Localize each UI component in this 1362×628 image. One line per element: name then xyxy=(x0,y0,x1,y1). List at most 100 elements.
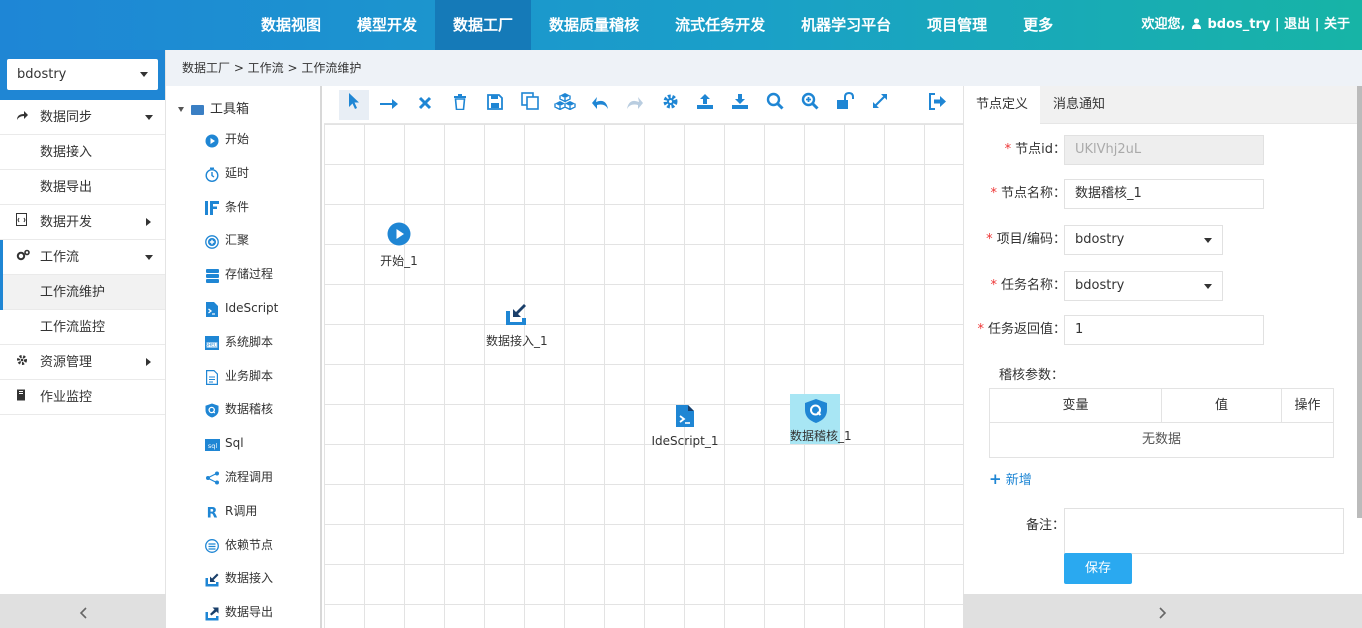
sidebar-item-label: 数据导出 xyxy=(40,180,93,195)
node-id-input: UKlVhj2uL xyxy=(1064,135,1264,165)
zoom-in-icon[interactable] xyxy=(795,90,825,120)
fullscreen-icon[interactable] xyxy=(865,90,895,120)
toolbox-title: 工具箱 xyxy=(210,102,250,117)
project-dropdown[interactable]: bdostry xyxy=(1064,225,1223,255)
collapse-right-button[interactable] xyxy=(963,594,1362,628)
toolbox-item-import[interactable]: 数据接入 xyxy=(166,562,320,596)
toolbox-item-if[interactable]: 条件 xyxy=(166,191,320,225)
tab-node-definition[interactable]: 节点定义 xyxy=(964,86,1041,125)
sidebar-item-label: 工作流 xyxy=(40,250,80,265)
copy-icon[interactable] xyxy=(515,90,545,120)
collapse-left-button[interactable] xyxy=(0,594,166,628)
book-icon xyxy=(16,380,26,415)
toolbox-item-export[interactable]: 数据导出 xyxy=(166,596,320,628)
download-icon[interactable] xyxy=(725,90,755,120)
remark-textarea[interactable] xyxy=(1064,508,1344,554)
username-link[interactable]: bdos_try xyxy=(1207,17,1270,32)
sidebar-item-workflow-monitor[interactable]: 工作流监控 xyxy=(0,310,165,345)
play-icon xyxy=(204,133,220,148)
nav-quality-audit[interactable]: 数据质量稽核 xyxy=(531,0,657,50)
sidebar-item-workflow-maintain[interactable]: 工作流维护 xyxy=(0,275,165,310)
toolbox-item-label: 汇聚 xyxy=(225,233,250,248)
shell-icon: SHELL xyxy=(204,336,220,351)
project-select-wrap: bdostry xyxy=(0,50,165,100)
chevron-down-icon xyxy=(140,72,148,77)
nav-project-mgmt[interactable]: 项目管理 xyxy=(909,0,1005,50)
add-param-button[interactable]: + 新增 xyxy=(989,469,1032,488)
settings-icon[interactable] xyxy=(655,90,685,120)
sidebar-item-label: 工作流监控 xyxy=(40,320,106,335)
pointer-icon[interactable] xyxy=(339,90,369,120)
nav-data-factory[interactable]: 数据工厂 xyxy=(435,0,532,50)
toolbox-item-database[interactable]: 存储过程 xyxy=(166,258,320,292)
undo-icon[interactable] xyxy=(585,90,615,120)
search-icon[interactable] xyxy=(760,90,790,120)
return-value-input[interactable]: 1 xyxy=(1064,315,1264,345)
toolbox-item-script[interactable]: 业务脚本 xyxy=(166,360,320,394)
nav-more[interactable]: 更多 xyxy=(1005,0,1071,50)
sidebar-item-data-export[interactable]: 数据导出 xyxy=(0,170,165,205)
task-dropdown[interactable]: bdostry xyxy=(1064,271,1223,301)
toolbox-item-play[interactable]: 开始 xyxy=(166,123,320,157)
required-mark: * xyxy=(977,322,984,337)
sidebar-item-resource[interactable]: 资源管理 xyxy=(0,345,165,380)
tab-message-notification[interactable]: 消息通知 xyxy=(1041,86,1117,124)
logout-link[interactable]: 退出 xyxy=(1284,17,1310,32)
toolbox-item-shell[interactable]: SHELL 系统脚本 xyxy=(166,326,320,360)
field-label: * 任务返回值： xyxy=(977,322,1066,337)
sidebar-item-data-sync[interactable]: 数据同步 xyxy=(0,100,165,135)
sidebar-item-workflow[interactable]: 工作流 xyxy=(0,240,165,275)
cubes-icon[interactable] xyxy=(550,90,580,120)
svg-text:sql: sql xyxy=(207,442,217,450)
save-button[interactable]: 保存 xyxy=(1064,553,1132,584)
gears-icon xyxy=(16,240,30,275)
workflow-node-start[interactable]: 开始_1 xyxy=(379,222,419,269)
sidebar-item-data-dev[interactable]: 数据开发 xyxy=(0,205,165,240)
export-icon xyxy=(204,606,220,621)
svg-text:R: R xyxy=(207,506,218,520)
toolbox-item-sql[interactable]: sql Sql xyxy=(166,427,320,461)
toolbox-item-timer[interactable]: 延时 xyxy=(166,157,320,191)
node-name-input[interactable]: 数据稽核_1 xyxy=(1064,179,1264,209)
toolbox-item-terminal[interactable]: IdeScript xyxy=(166,292,320,326)
project-select[interactable]: bdostry xyxy=(7,59,158,90)
panel-scrollbar[interactable] xyxy=(1357,86,1362,518)
import-icon xyxy=(506,304,526,325)
nav-model-dev[interactable]: 模型开发 xyxy=(339,0,435,50)
toolbox-item-merge[interactable]: 汇聚 xyxy=(166,224,320,258)
toolbox-item-dependency[interactable]: 依赖节点 xyxy=(166,529,320,563)
dropdown-value: bdostry xyxy=(1075,278,1125,293)
connector-arrow-icon[interactable] xyxy=(374,90,404,120)
nav-ml-platform[interactable]: 机器学习平台 xyxy=(783,0,909,50)
exit-icon[interactable] xyxy=(922,90,952,120)
user-area: 欢迎您, bdos_try | 退出 | 关于 xyxy=(1141,0,1350,50)
sidebar-item-job-monitor[interactable]: 作业监控 xyxy=(0,380,165,415)
workflow-node-data-audit[interactable]: 数据稽核_1 xyxy=(790,394,852,444)
nav-data-view[interactable]: 数据视图 xyxy=(243,0,339,50)
save-icon[interactable] xyxy=(480,90,510,120)
canvas-grid[interactable]: 开始_1 数据接入_1 IdeScript_1 数据稽核_1 xyxy=(324,124,963,628)
column-header: 操作 xyxy=(1294,398,1321,413)
redo-icon[interactable] xyxy=(620,90,650,120)
toolbox-item-r[interactable]: R R调用 xyxy=(166,495,320,529)
nav-stream-dev[interactable]: 流式任务开发 xyxy=(657,0,783,50)
toolbox-item-label: 依赖节点 xyxy=(225,537,274,552)
unlock-icon[interactable] xyxy=(830,90,860,120)
field-return-value: * 任务返回值： 1 xyxy=(964,315,1362,345)
toolbox-item-label: 延时 xyxy=(225,165,250,180)
toolbox-header[interactable]: 工具箱 xyxy=(166,97,320,123)
workflow-node-idescript[interactable]: IdeScript_1 xyxy=(645,404,725,448)
sidebar-item-data-import[interactable]: 数据接入 xyxy=(0,135,165,170)
about-link[interactable]: 关于 xyxy=(1324,17,1350,32)
delete-x-icon[interactable] xyxy=(410,90,440,120)
required-mark: * xyxy=(1004,142,1012,157)
upload-icon[interactable] xyxy=(690,90,720,120)
workflow-node-data-import[interactable]: 数据接入_1 xyxy=(486,302,548,349)
node-label: 数据接入_1 xyxy=(486,334,548,348)
trash-icon[interactable] xyxy=(445,90,475,120)
toolbox-item-flow-call[interactable]: 流程调用 xyxy=(166,461,320,495)
toolbox-item-shield-q[interactable]: 数据稽核 xyxy=(166,393,320,427)
toolbox-item-label: 数据导出 xyxy=(225,605,274,620)
toolbox-item-label: 业务脚本 xyxy=(225,368,274,383)
dropdown-value: bdostry xyxy=(1075,232,1125,247)
